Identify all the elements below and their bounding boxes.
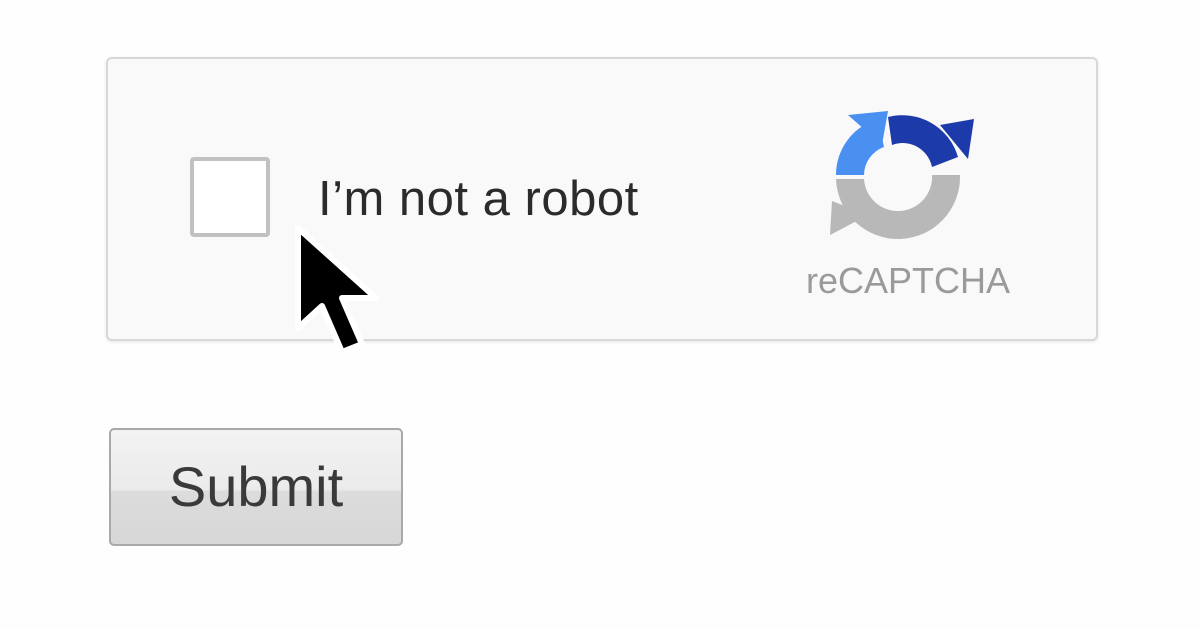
recaptcha-logo-icon bbox=[830, 111, 974, 240]
recaptcha-brand-label: reCAPTCHA bbox=[805, 260, 1011, 301]
recaptcha-widget: I’m not a robot reCAPTCHA bbox=[106, 57, 1098, 341]
checkbox-label: I’m not a robot bbox=[318, 172, 639, 226]
page: I’m not a robot reCAPTCHA Submit bbox=[0, 0, 1200, 628]
not-a-robot-checkbox[interactable] bbox=[190, 157, 270, 237]
submit-button[interactable]: Submit bbox=[109, 428, 403, 546]
